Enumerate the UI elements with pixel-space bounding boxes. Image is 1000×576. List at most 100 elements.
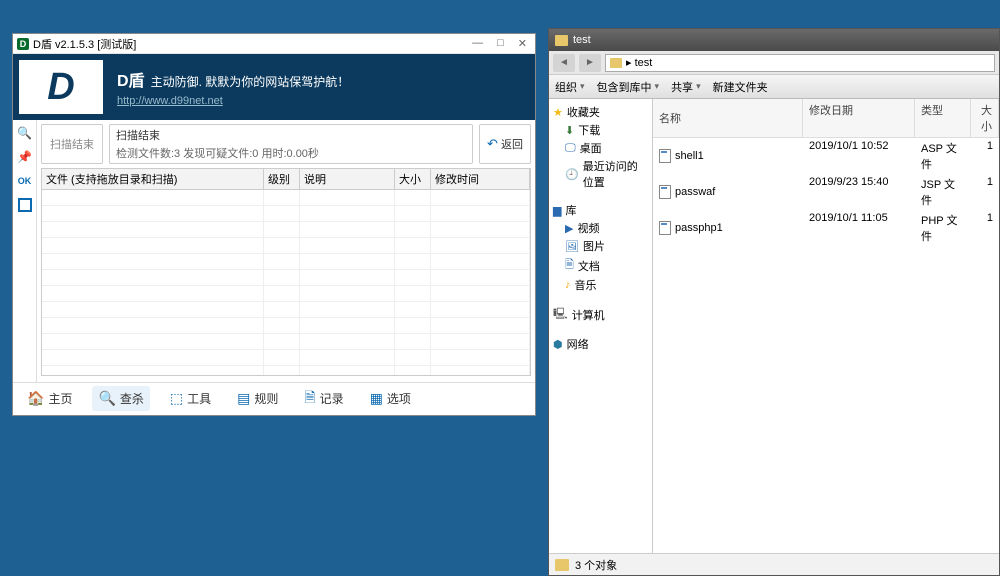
scan-end-button[interactable]: 扫描结束	[41, 124, 103, 164]
tree-favorites[interactable]: ★收藏夹	[551, 103, 650, 121]
file-name: passwaf	[675, 186, 715, 198]
tree-recent[interactable]: 🕘最近访问的位置	[551, 157, 650, 191]
tree-network[interactable]: ⬢网络	[551, 335, 650, 353]
download-icon: ⬇	[565, 124, 574, 137]
dshield-titlebar[interactable]: D D盾 v2.1.5.3 [测试版] — □ ✕	[13, 34, 535, 54]
result-table[interactable]: 文件 (支持拖放目录和扫描) 级别 说明 大小 修改时间	[41, 168, 531, 376]
tree-libraries[interactable]: ▆库	[551, 201, 650, 219]
table-row[interactable]	[42, 254, 530, 270]
search-icon[interactable]: 🔍	[16, 124, 34, 142]
table-header: 文件 (支持拖放目录和扫描) 级别 说明 大小 修改时间	[42, 169, 530, 190]
new-folder-button[interactable]: 新建文件夹	[713, 79, 768, 95]
file-type: ASP 文件	[915, 139, 971, 173]
tab-scan[interactable]: 🔍查杀	[92, 386, 149, 411]
table-row[interactable]	[42, 350, 530, 366]
col-date[interactable]: 修改日期	[803, 99, 915, 137]
address-bar: ◄ ► ▸ test	[549, 51, 999, 75]
banner-name: D盾	[117, 73, 145, 90]
file-name: shell1	[675, 150, 704, 162]
search-icon: 🔍	[98, 390, 115, 407]
include-button[interactable]: 包含到库中	[597, 79, 660, 95]
nav-back-button[interactable]: ◄	[553, 54, 575, 72]
explorer-tree[interactable]: ★收藏夹 ⬇下载 🖵桌面 🕘最近访问的位置 ▆库 ▶视频 🖼图片 🗎文档 ♪音乐…	[549, 99, 653, 553]
file-icon	[659, 149, 671, 163]
col-file[interactable]: 文件 (支持拖放目录和扫描)	[42, 169, 264, 189]
dshield-main: 扫描结束 扫描结束 检测文件数:3 发现可疑文件:0 用时:0.00秒 ↶ 返回…	[37, 120, 535, 382]
col-desc[interactable]: 说明	[300, 169, 395, 189]
table-row[interactable]	[42, 206, 530, 222]
file-date: 2019/9/23 15:40	[803, 175, 915, 209]
computer-icon: 🖳	[553, 305, 568, 324]
table-row[interactable]	[42, 270, 530, 286]
dshield-window: D D盾 v2.1.5.3 [测试版] — □ ✕ D D盾主动防御. 默默为你…	[12, 33, 536, 416]
share-button[interactable]: 共享	[671, 79, 701, 95]
banner-url[interactable]: http://www.d99net.net	[117, 95, 349, 107]
recent-icon: 🕘	[565, 168, 579, 181]
options-icon: ▦	[370, 390, 383, 407]
address-path[interactable]: ▸ test	[605, 54, 995, 72]
tree-documents[interactable]: 🗎文档	[551, 255, 650, 276]
dshield-title-text: D盾 v2.1.5.3 [测试版]	[33, 36, 136, 52]
tab-log[interactable]: 🗎记录	[298, 383, 349, 415]
table-row[interactable]	[42, 318, 530, 334]
table-row[interactable]	[42, 334, 530, 350]
file-name: passphp1	[675, 222, 723, 234]
col-name[interactable]: 名称	[653, 99, 803, 137]
file-date: 2019/10/1 10:52	[803, 139, 915, 173]
ok-icon[interactable]: OK	[16, 172, 34, 190]
tree-music[interactable]: ♪音乐	[551, 276, 650, 294]
tree-videos[interactable]: ▶视频	[551, 219, 650, 237]
col-size[interactable]: 大小	[971, 99, 999, 137]
tab-options[interactable]: ▦选项	[364, 386, 417, 411]
table-row[interactable]	[42, 286, 530, 302]
nav-forward-button[interactable]: ►	[579, 54, 601, 72]
table-row[interactable]	[42, 366, 530, 376]
scan-result-detail: 检测文件数:3 发现可疑文件:0 用时:0.00秒	[116, 145, 466, 161]
file-size: 1	[971, 139, 999, 173]
dshield-logo: D	[19, 60, 103, 114]
table-body	[42, 190, 530, 376]
explorer-titlebar[interactable]: test	[549, 29, 999, 51]
status-text: 3 个对象	[575, 557, 617, 573]
file-rows: shell1 2019/10/1 10:52ASP 文件1 passwaf 2019/…	[653, 138, 999, 246]
dshield-tabs: 🏠主页 🔍查杀 ⬚工具 ▤规则 🗎记录 ▦选项	[13, 382, 535, 414]
organize-button[interactable]: 组织	[555, 79, 585, 95]
square-icon[interactable]	[16, 196, 34, 214]
col-size[interactable]: 大小	[395, 169, 431, 189]
close-button[interactable]: ✕	[514, 37, 531, 50]
minimize-button[interactable]: —	[468, 37, 487, 50]
video-icon: ▶	[565, 222, 573, 235]
scan-result-title: 扫描结束	[116, 127, 466, 143]
tree-desktop[interactable]: 🖵桌面	[551, 139, 650, 157]
col-type[interactable]: 类型	[915, 99, 971, 137]
file-list[interactable]: 名称 修改日期 类型 大小 shell1 2019/10/1 10:52ASP 文…	[653, 99, 999, 553]
table-row[interactable]	[42, 190, 530, 206]
network-icon: ⬢	[553, 338, 563, 351]
table-row[interactable]	[42, 302, 530, 318]
file-row[interactable]: shell1 2019/10/1 10:52ASP 文件1	[653, 138, 999, 174]
picture-icon: 🖼	[565, 240, 579, 253]
tree-computer[interactable]: 🖳计算机	[551, 304, 650, 325]
col-mtime[interactable]: 修改时间	[431, 169, 530, 189]
col-level[interactable]: 级别	[264, 169, 300, 189]
file-size: 1	[971, 175, 999, 209]
pin-icon[interactable]: 📌	[16, 148, 34, 166]
tree-downloads[interactable]: ⬇下载	[551, 121, 650, 139]
tab-home[interactable]: 🏠主页	[21, 386, 78, 411]
file-row[interactable]: passphp12019/10/1 11:05PHP 文件1	[653, 210, 999, 246]
tab-rules[interactable]: ▤规则	[231, 386, 284, 411]
file-type: JSP 文件	[915, 175, 971, 209]
tab-tools[interactable]: ⬚工具	[164, 386, 217, 411]
scan-result-box: 扫描结束 检测文件数:3 发现可疑文件:0 用时:0.00秒	[109, 124, 473, 164]
home-icon: 🏠	[27, 390, 44, 407]
tree-pictures[interactable]: 🖼图片	[551, 237, 650, 255]
maximize-button[interactable]: □	[493, 37, 508, 50]
explorer-toolbar: 组织 包含到库中 共享 新建文件夹	[549, 75, 999, 99]
file-date: 2019/10/1 11:05	[803, 211, 915, 245]
table-row[interactable]	[42, 222, 530, 238]
file-row[interactable]: passwaf 2019/9/23 15:40JSP 文件1	[653, 174, 999, 210]
log-icon: 🗎	[304, 387, 315, 411]
file-icon	[659, 221, 671, 235]
table-row[interactable]	[42, 238, 530, 254]
back-button[interactable]: ↶ 返回	[479, 124, 531, 164]
